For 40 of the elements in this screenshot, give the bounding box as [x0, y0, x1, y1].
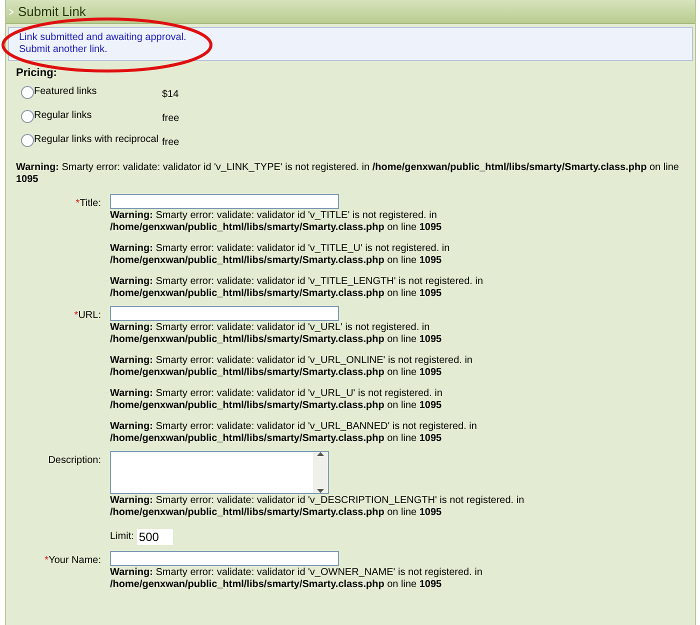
option-label: Regular links	[34, 108, 93, 122]
warning-message: Warning: Smarty error: validate: validator id 'v_URL_BANNED' is not registered. in /home/genxwan/public_html/libs/smarty/Smarty.class.php on line 1095	[110, 420, 478, 444]
option-price: $14	[162, 88, 179, 102]
warning-message: Warning: Smarty error: validate: validator id 'v_URL' is not registered. in /home/genxwan/public_html/libs/smarty/Smarty.class.php on line 1095	[110, 322, 443, 346]
required-mark: *	[74, 308, 78, 322]
status-message: Link submitted and awaiting approval.	[19, 32, 186, 44]
warning-message: Warning: Smarty error: validate: validator id 'v_LINK_TYPE' is not registered. in /home/genxwan/public_html/libs/smarty/Smarty.class.php on line 1095	[16, 162, 680, 186]
panel-title: Submit Link	[18, 2, 86, 21]
field-label: Your Name:	[48, 554, 101, 568]
warning-message: Warning: Smarty error: validate: validator id 'v_OWNER_NAME' is not registered. in /home/genxwan/public_html/libs/smarty/Smarty.class.php on line 1095	[110, 566, 484, 590]
scroll-down-icon[interactable]	[317, 488, 324, 492]
warning-message: Warning: Smarty error: validate: validator id 'v_URL_U' is not registered. in /home/genxwan/public_html/libs/smarty/Smarty.class.php on line 1095	[110, 388, 444, 412]
warning-message: Warning: Smarty error: validate: validator id 'v_TITLE_LENGTH' is not registered. in /home/genxwan/public_html/libs/smarty/Smarty.class.php on line 1095	[110, 276, 484, 300]
submit-another-link[interactable]: Submit another link.	[19, 44, 108, 56]
limit-counter: 500	[136, 528, 173, 544]
required-mark: *	[44, 554, 49, 568]
chevron-icon	[9, 8, 14, 14]
radio-button[interactable]	[21, 134, 34, 147]
scroll-up-icon[interactable]	[317, 452, 324, 456]
field-label: Description:	[48, 454, 101, 468]
radio-button[interactable]	[21, 110, 34, 123]
warning-message: Warning: Smarty error: validate: validator id 'v_DESCRIPTION_LENGTH' is not registered. in /home/genxwan/public_html/libs/smarty/Smarty.class.php on line 1095	[110, 494, 526, 518]
warning-message: Warning: Smarty error: validate: validator id 'v_TITLE_U' is not registered. in /home/genxwan/public_html/libs/smarty/Smarty.class.php on line 1095	[110, 242, 451, 266]
option-price: free	[162, 112, 180, 126]
pricing-label: Pricing:	[16, 66, 58, 81]
field-label: URL:	[78, 308, 101, 322]
warning-message: Warning: Smarty error: validate: validator id 'v_URL_ONLINE' is not registered. in /home/genxwan/public_html/libs/smarty/Smarty.class.php on line 1095	[110, 354, 474, 378]
text-input[interactable]	[110, 306, 339, 320]
text-input[interactable]	[110, 194, 339, 208]
text-input[interactable]	[110, 550, 339, 566]
option-price: free	[162, 136, 180, 150]
required-mark: *	[76, 196, 80, 210]
scrollbar[interactable]	[313, 452, 328, 492]
option-label: Regular links with reciprocal	[34, 132, 160, 146]
warning-message: Warning: Smarty error: validate: validator id 'v_TITLE' is not registered. in /home/genxwan/public_html/libs/smarty/Smarty.class.php on line 1095	[110, 210, 443, 234]
limit-label: Limit:	[110, 530, 134, 544]
description-textarea[interactable]	[110, 450, 329, 494]
option-label: Featured links	[34, 84, 98, 98]
field-label: Title:	[80, 196, 101, 210]
radio-button[interactable]	[21, 86, 34, 99]
